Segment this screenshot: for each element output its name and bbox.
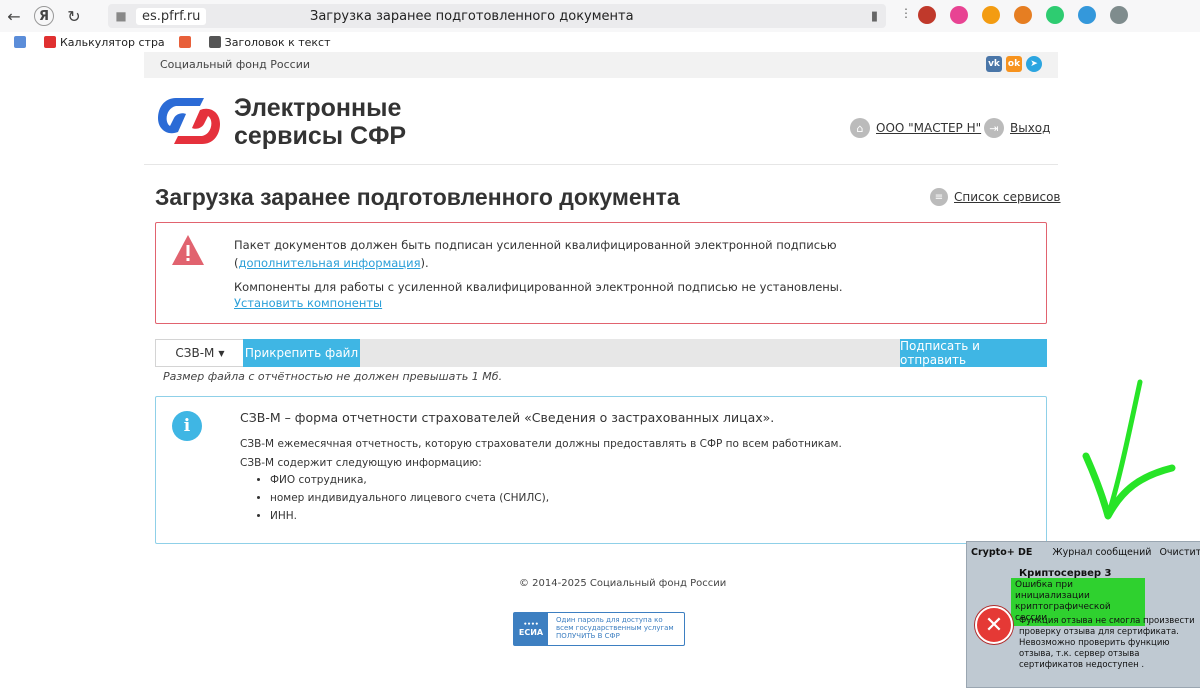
exit-link[interactable]: ⇥ Выход [984,118,1050,138]
ok-icon[interactable]: ok [1006,56,1022,72]
notification-app: Crypto+ DE [971,546,1033,558]
download-icon[interactable] [1046,6,1064,24]
form-select-value: СЗВ-М [175,346,215,360]
form-info-panel: i СЗВ-М – форма отчетности страхователей… [155,396,1047,544]
bookmark-item[interactable]: Калькулятор стра [44,36,165,49]
extension-icon[interactable] [1078,6,1096,24]
more-info-link[interactable]: дополнительная информация [239,256,421,270]
yandex-icon[interactable]: Я [34,6,54,26]
info-paragraph: СЗВ-М ежемесячная отчетность, которую ст… [240,438,842,450]
esia-banner[interactable]: •••• ЕСИА Один пароль для доступа ко всем… [513,612,685,646]
page-title: Загрузка заранее подготовленного докумен… [155,184,680,210]
address-bar[interactable]: ■ es.pfrf.ru Загрузка заранее подготовле… [108,4,886,28]
logo-title: Электронные сервисы СФР [234,94,406,150]
menu-dots-icon[interactable]: ⋮ [900,6,912,24]
sfr-logo-icon[interactable] [156,92,222,150]
sign-and-send-button[interactable]: Подписать и отправить [900,339,1047,367]
extension-icon[interactable] [950,6,968,24]
info-lead: СЗВ-М – форма отчетности страхователей «… [240,410,775,425]
org-link[interactable]: ⌂ ООО "МАСТЕР Н" [850,118,981,138]
file-size-note: Размер файла с отчётностью не должен пре… [163,370,503,383]
bookmark-label: Заголовок к текст [224,35,331,49]
site-topbar: Социальный фонд России vk ok ➤ [144,52,1058,78]
clear-all-button[interactable]: Очистить все... [1159,547,1200,558]
copyright: © 2014-2025 Социальный фонд России [519,578,727,589]
info-icon: i [172,411,202,441]
list-item: ИНН. [270,507,549,525]
vk-icon[interactable]: vk [986,56,1002,72]
notification-description: Функция отзыва не смогла произвести пров… [1019,616,1195,670]
extension-icon[interactable] [982,6,1000,24]
document-icon [14,36,26,48]
bookmark-item[interactable]: Заголовок к текст [208,35,331,49]
bookmark-item[interactable] [178,36,195,48]
extension-icon[interactable] [1110,6,1128,24]
page-icon [208,36,221,48]
esia-logo-icon: •••• ЕСИА [514,613,548,645]
info-list: ФИО сотрудника, номер индивидуального ли… [254,471,549,525]
warning-icon [172,235,204,265]
extension-icon[interactable] [1014,6,1032,24]
exit-label[interactable]: Выход [1010,121,1050,135]
services-list-link[interactable]: ≡ Список сервисов [930,188,1061,206]
site-header: Электронные сервисы СФР ⌂ ООО "МАСТЕР Н"… [144,78,1058,165]
error-icon: ✕ [975,606,1013,644]
notification-header: Crypto+ DE Журнал сообщений Очистить все… [967,542,1200,562]
extension-icon[interactable] [918,6,936,24]
back-icon[interactable]: ← [0,2,28,30]
list-item: ФИО сотрудника, [270,471,549,489]
alert-text-part: ). [420,256,429,270]
signature-alert: Пакет документов должен быть подписан ус… [155,222,1047,324]
building-icon: ⌂ [850,118,870,138]
org-name[interactable]: ООО "МАСТЕР Н" [876,121,981,135]
bookmark-icon[interactable]: ▮ [871,9,878,24]
tab-title: Загрузка заранее подготовленного докумен… [310,8,634,24]
esia-text: Один пароль для доступа ко всем государс… [556,616,674,640]
bookmark-label: Калькулятор стра [60,35,165,49]
browser-toolbar: ← Я ↻ ■ es.pfrf.ru Загрузка заранее подг… [0,0,1200,32]
caret-down-icon: ▼ [218,348,225,358]
attach-file-button[interactable]: Прикрепить файл [243,339,360,367]
fund-name: Социальный фонд России [160,58,311,71]
reload-icon[interactable]: ↻ [60,2,88,30]
green-check-annotation [1082,379,1176,520]
bookmarks-bar: Калькулятор стра Заголовок к текст [0,32,1200,52]
page-icon [178,36,191,48]
info-paragraph: СЗВ-М содержит следующую информацию: [240,457,482,469]
bookmark-item[interactable] [14,36,30,48]
alert-text: Пакет документов должен быть подписан ус… [234,236,934,272]
logo-title-line: сервисы СФР [234,122,407,150]
crypto-notification: Crypto+ DE Журнал сообщений Очистить все… [966,541,1200,688]
exit-icon: ⇥ [984,118,1004,138]
install-components-wrap: Установить компоненты [234,294,934,312]
calculator-icon [44,36,56,48]
upload-toolbar: СЗВ-М ▼ Прикрепить файл Подписать и отпра… [155,339,1047,367]
message-log-button[interactable]: Журнал сообщений [1052,547,1151,558]
services-list-label[interactable]: Список сервисов [954,190,1061,204]
list-item: номер индивидуального лицевого счета (СН… [270,489,549,507]
install-components-link[interactable]: Установить компоненты [234,296,382,310]
extensions: ⋮ [900,6,1128,24]
form-select[interactable]: СЗВ-М ▼ [155,339,245,367]
lock-icon: ■ [115,9,127,23]
url-domain: es.pfrf.ru [136,7,207,25]
telegram-icon[interactable]: ➤ [1026,56,1042,72]
list-icon: ≡ [930,188,948,206]
logo-title-line: Электронные [234,94,402,122]
esia-logo-text: ЕСИА [518,628,544,637]
